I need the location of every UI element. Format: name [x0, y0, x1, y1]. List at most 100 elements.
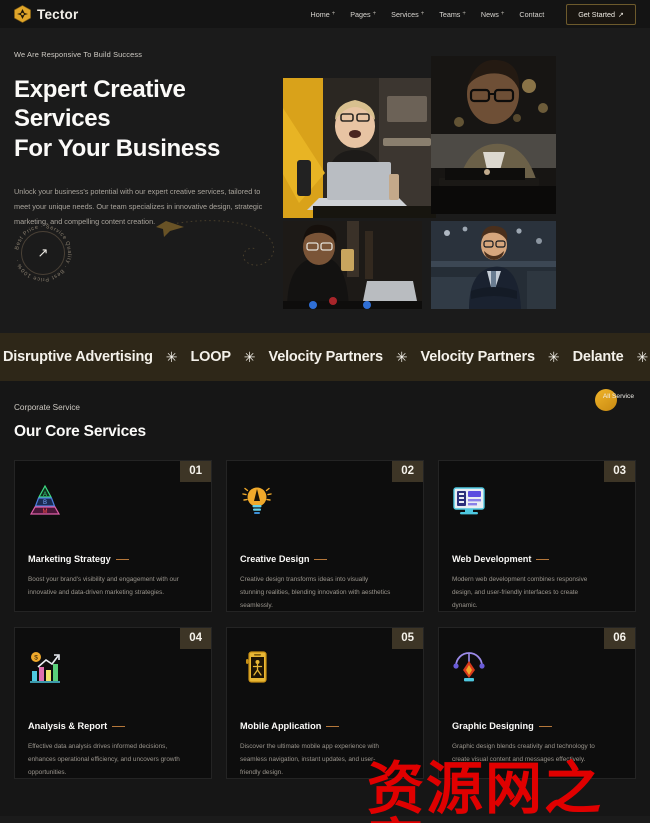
partners-marquee: Disruptive Advertising ✳ LOOP ✳ Velocity…	[0, 333, 650, 381]
chevron-plus-icon: +	[331, 11, 336, 17]
arrow-up-right-icon: ↗	[37, 245, 49, 260]
asterisk-icon: ✳	[547, 348, 560, 365]
marquee-item-3: Velocity Partners	[420, 349, 535, 365]
service-card-creative-design[interactable]: 02 Creative Design Creative design trans…	[226, 460, 424, 612]
card-number-badge: 05	[392, 628, 423, 649]
svg-text:$: $	[34, 655, 38, 662]
hexagon-star-logo-icon	[14, 5, 31, 23]
asterisk-icon: ✳	[395, 348, 408, 365]
get-started-label: Get Started	[578, 9, 615, 19]
nav-label: Teams	[439, 9, 461, 19]
asterisk-icon: ✳	[636, 348, 649, 365]
card-title-text: Mobile Application	[240, 721, 322, 731]
airplane-dotted-path-icon	[156, 220, 275, 266]
nav-item-home[interactable]: Home +	[311, 10, 336, 19]
card-title: Graphic Designing	[452, 721, 622, 731]
chevron-plus-icon: +	[420, 11, 425, 17]
nav-item-pages[interactable]: Pages +	[350, 10, 376, 19]
card-title-text: Analysis & Report	[28, 721, 108, 731]
marquee-item-1: LOOP	[190, 349, 231, 365]
nav-label: Home	[310, 9, 330, 19]
hero-image-grid	[283, 56, 639, 309]
logo[interactable]: Tector	[14, 5, 78, 23]
card-number-badge: 01	[180, 461, 211, 482]
svg-text:M: M	[43, 509, 48, 515]
card-title: Marketing Strategy	[28, 554, 198, 564]
card-title: Web Development	[452, 554, 622, 564]
service-card-graphic-designing[interactable]: 06 Graphic Designing Graphic design blen…	[438, 627, 636, 779]
lightbulb-pencil-icon	[240, 483, 274, 517]
asterisk-icon: ✳	[243, 348, 256, 365]
card-number-badge: 06	[604, 628, 635, 649]
service-card-web-development[interactable]: 03 Web Development Modern web developmen…	[438, 460, 636, 612]
hero-image-person-desk	[283, 221, 422, 309]
mobile-phone-icon	[240, 650, 274, 684]
monitor-layout-icon	[452, 483, 486, 517]
services-grid: 01 A B M Marketing Strategy Boost your b…	[14, 460, 636, 779]
nav-item-services[interactable]: Services +	[391, 10, 424, 19]
marketing-pyramid-icon: A B M	[28, 483, 62, 517]
services-eyebrow: Corporate Service	[14, 403, 80, 412]
chevron-plus-icon: +	[462, 11, 466, 17]
card-description: Creative design transforms ideas into vi…	[240, 576, 391, 609]
site-header: Tector Home + Pages + Services + Teams +…	[0, 0, 650, 28]
title-dash	[314, 558, 328, 560]
nav-label: Contact	[519, 9, 545, 19]
services-section: Corporate Service Our Core Services All …	[0, 381, 650, 816]
nav-item-contact[interactable]: Contact	[519, 10, 544, 19]
card-number-badge: 03	[604, 461, 635, 482]
nav-label: Services	[391, 9, 419, 19]
card-title: Analysis & Report	[28, 721, 198, 731]
svg-text:B: B	[43, 500, 47, 506]
marquee-item-0: Disruptive Advertising	[3, 349, 153, 365]
service-card-marketing-strategy[interactable]: 01 A B M Marketing Strategy Boost your b…	[14, 460, 212, 612]
card-description: Boost your brand's visibility and engage…	[28, 576, 179, 596]
hero-copy: We Are Responsive To Build Success Exper…	[14, 50, 282, 229]
hero-title-line-1: Expert Creative Services	[14, 76, 186, 133]
hero-title: Expert Creative Services For Your Busine…	[14, 75, 282, 163]
nav-label: Pages	[350, 9, 371, 19]
rotating-badge[interactable]: Best Price · Service Quality · Best Pric…	[10, 220, 76, 286]
title-dash	[326, 725, 340, 727]
asterisk-icon: ✳	[165, 348, 178, 365]
card-title-text: Marketing Strategy	[28, 554, 111, 564]
card-title-text: Web Development	[452, 554, 532, 564]
main-navigation: Home + Pages + Services + Teams + News +…	[311, 3, 636, 25]
logo-text: Tector	[37, 6, 79, 22]
card-title: Creative Design	[240, 554, 410, 564]
hero-eyebrow: We Are Responsive To Build Success	[14, 50, 143, 59]
card-description: Discover the ultimate mobile app experie…	[240, 743, 379, 776]
card-title-text: Graphic Designing	[452, 721, 534, 731]
chevron-plus-icon: +	[372, 11, 377, 17]
hero-image-man-night	[431, 56, 556, 214]
marquee-item-4: Delante	[572, 349, 624, 365]
card-description: Graphic design blends creativity and tec…	[452, 743, 595, 763]
card-description: Modern web development combines responsi…	[452, 576, 588, 609]
svg-text:A: A	[43, 492, 47, 498]
card-number-badge: 02	[392, 461, 423, 482]
hero-image-woman-laptop	[283, 78, 436, 218]
card-title-text: Creative Design	[240, 554, 310, 564]
arrow-up-right-icon: ↗	[617, 9, 624, 19]
title-dash	[536, 558, 550, 560]
view-all-label: All Service	[602, 393, 634, 400]
bar-chart-growth-icon: $	[28, 650, 62, 684]
card-description: Effective data analysis drives informed …	[28, 743, 180, 776]
card-number-badge: 04	[180, 628, 211, 649]
pen-nib-arc-icon	[452, 650, 486, 684]
title-dash	[115, 558, 129, 560]
card-title: Mobile Application	[240, 721, 410, 731]
view-all-service-button[interactable]: All Service	[594, 389, 634, 411]
title-dash	[112, 725, 126, 727]
nav-label: News	[480, 9, 499, 19]
marquee-track: Disruptive Advertising ✳ LOOP ✳ Velocity…	[0, 349, 650, 366]
nav-item-news[interactable]: News +	[481, 10, 505, 19]
service-card-mobile-application[interactable]: 05 Mobile Application Discover the ultim…	[226, 627, 424, 779]
marquee-item-2: Velocity Partners	[268, 349, 383, 365]
hero-title-line-2: For Your Business	[14, 134, 221, 162]
service-card-analysis-report[interactable]: 04 $ Analysis & Report Effective data an…	[14, 627, 212, 779]
hero-section: We Are Responsive To Build Success Exper…	[0, 28, 650, 333]
nav-item-teams[interactable]: Teams +	[439, 10, 466, 19]
chevron-plus-icon: +	[500, 11, 505, 17]
get-started-button[interactable]: Get Started ↗	[566, 3, 636, 25]
